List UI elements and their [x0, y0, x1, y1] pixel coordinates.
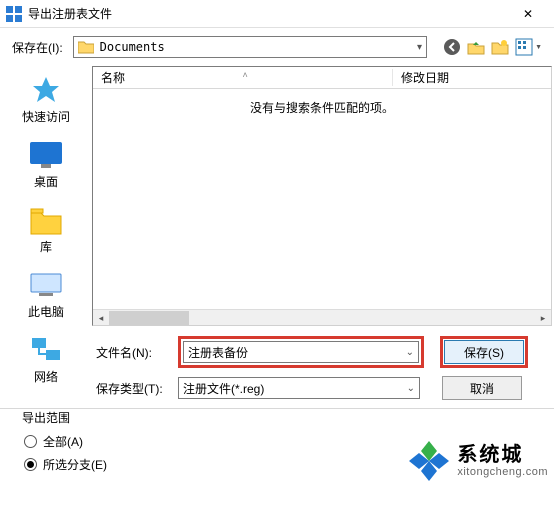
- filetype-value: 注册文件(*.reg): [183, 380, 264, 397]
- filename-value: 注册表备份: [188, 344, 248, 361]
- place-label: 快速访问: [22, 108, 70, 125]
- group-title: 导出范围: [18, 409, 74, 426]
- chevron-down-icon: ⌄: [406, 347, 414, 358]
- filename-label: 文件名(N):: [96, 344, 168, 361]
- sort-indicator-icon: ˄: [243, 70, 248, 80]
- scroll-thumb[interactable]: [109, 311, 189, 325]
- save-in-toolbar: 保存在(I): Documents ▾ ▼: [0, 28, 554, 66]
- places-bar: 快速访问 桌面 库 此电脑 网络: [0, 66, 92, 326]
- radio-icon: [24, 458, 37, 471]
- radio-all-label: 全部(A): [43, 433, 83, 450]
- place-this-pc[interactable]: 此电脑: [0, 265, 92, 324]
- column-date[interactable]: 修改日期: [393, 69, 551, 86]
- network-icon: [28, 334, 64, 366]
- export-scope-group: 导出范围 全部(A) 所选分支(E) 系统城 xitongcheng.com: [0, 411, 554, 485]
- save-highlight: 保存(S): [440, 336, 528, 368]
- save-button[interactable]: 保存(S): [444, 340, 524, 364]
- folder-icon: [78, 40, 94, 54]
- radio-selected-label: 所选分支(E): [43, 456, 107, 473]
- list-header: 名称 ˄ 修改日期: [93, 67, 551, 89]
- up-one-level-icon[interactable]: [467, 38, 485, 56]
- column-name[interactable]: 名称 ˄: [93, 69, 393, 86]
- file-list[interactable]: 名称 ˄ 修改日期 没有与搜索条件匹配的项。 ◂ ▸: [92, 66, 552, 326]
- filetype-label: 保存类型(T):: [96, 380, 168, 397]
- separator: [0, 408, 554, 409]
- window-title: 导出注册表文件: [28, 5, 508, 22]
- scroll-left-icon[interactable]: ◂: [93, 310, 109, 326]
- title-bar: 导出注册表文件 ✕: [0, 0, 554, 28]
- new-folder-icon[interactable]: [491, 38, 509, 56]
- horizontal-scrollbar[interactable]: ◂ ▸: [93, 309, 551, 325]
- scroll-right-icon[interactable]: ▸: [535, 310, 551, 326]
- registry-icon: [6, 6, 22, 22]
- filename-highlight: 注册表备份 ⌄: [178, 336, 424, 368]
- watermark: 系统城 xitongcheng.com: [407, 439, 548, 483]
- quick-access-icon: [28, 74, 64, 106]
- radio-icon: [24, 435, 37, 448]
- place-label: 库: [40, 238, 52, 255]
- place-label: 桌面: [34, 173, 58, 190]
- empty-message: 没有与搜索条件匹配的项。: [93, 89, 551, 309]
- save-in-value: Documents: [100, 40, 165, 54]
- close-icon: ✕: [523, 7, 533, 21]
- views-button[interactable]: ▼: [515, 38, 542, 56]
- libraries-icon: [28, 204, 64, 236]
- place-quick-access[interactable]: 快速访问: [0, 70, 92, 129]
- chevron-down-icon: ▼: [535, 44, 542, 51]
- place-label: 网络: [34, 368, 58, 385]
- place-network[interactable]: 网络: [0, 330, 92, 389]
- place-libraries[interactable]: 库: [0, 200, 92, 259]
- close-button[interactable]: ✕: [508, 0, 548, 28]
- chevron-down-icon: ⌄: [407, 383, 415, 394]
- back-icon[interactable]: [443, 38, 461, 56]
- watermark-title: 系统城: [457, 444, 548, 466]
- watermark-logo-icon: [407, 439, 451, 483]
- save-in-label: 保存在(I):: [12, 39, 63, 56]
- this-pc-icon: [28, 269, 64, 301]
- cancel-button[interactable]: 取消: [442, 376, 522, 400]
- desktop-icon: [28, 139, 64, 171]
- save-in-dropdown[interactable]: Documents ▾: [73, 36, 427, 58]
- watermark-url: xitongcheng.com: [457, 466, 548, 478]
- filetype-dropdown[interactable]: 注册文件(*.reg) ⌄: [178, 377, 420, 399]
- place-desktop[interactable]: 桌面: [0, 135, 92, 194]
- chevron-down-icon: ▾: [417, 42, 422, 53]
- place-label: 此电脑: [28, 303, 64, 320]
- filename-input[interactable]: 注册表备份 ⌄: [183, 341, 419, 363]
- views-icon: [515, 38, 533, 56]
